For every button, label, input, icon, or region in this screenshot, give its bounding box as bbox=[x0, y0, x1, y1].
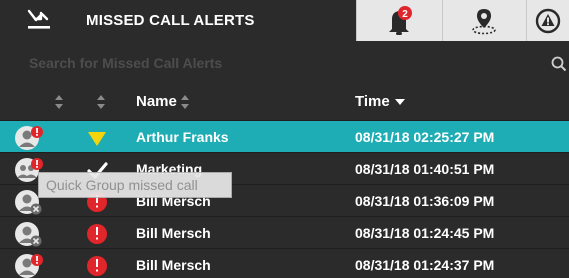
missed-call-icon bbox=[27, 9, 50, 29]
call-time: 08/31/18 02:25:27 PM bbox=[355, 129, 495, 145]
person-blocked-icon bbox=[15, 222, 42, 247]
tab-alerts[interactable]: 2 bbox=[356, 0, 442, 41]
search-bar bbox=[0, 41, 569, 84]
sort-updown-icon bbox=[180, 94, 189, 109]
alerts-badge-count: 2 bbox=[402, 9, 408, 20]
table-header: Name Time bbox=[0, 84, 569, 120]
call-time: 08/31/18 01:24:45 PM bbox=[355, 225, 495, 241]
column-header-name-label: Name bbox=[136, 93, 177, 110]
caller-name: Arthur Franks bbox=[136, 129, 229, 145]
table-row[interactable]: Arthur Franks 08/31/18 02:25:27 PM bbox=[0, 120, 569, 152]
tab-warning[interactable] bbox=[526, 0, 569, 41]
search-input[interactable] bbox=[0, 41, 540, 84]
alert-list: Arthur Franks 08/31/18 02:25:27 PM Marke… bbox=[0, 120, 569, 278]
tab-bar: MISSED CALL ALERTS 2 bbox=[0, 0, 569, 41]
call-time: 08/31/18 01:36:09 PM bbox=[355, 193, 495, 209]
missed-call-alerts-panel: MISSED CALL ALERTS 2 Search for Missed C… bbox=[0, 0, 569, 278]
column-header-time-label: Time bbox=[355, 93, 390, 110]
tab-label: MISSED CALL ALERTS bbox=[86, 12, 255, 29]
column-header-name[interactable]: Name bbox=[136, 93, 189, 110]
column-header-time[interactable]: Time bbox=[355, 93, 405, 110]
sort-descending-icon bbox=[394, 98, 405, 105]
location-pin-icon bbox=[472, 8, 496, 34]
person-alert-icon bbox=[15, 254, 43, 278]
call-time: 08/31/18 01:24:37 PM bbox=[355, 257, 495, 273]
caller-name: Bill Mersch bbox=[136, 225, 211, 241]
search-icon[interactable] bbox=[551, 56, 567, 72]
unread-triangle-icon bbox=[88, 132, 106, 146]
clock-alert-icon bbox=[87, 256, 107, 276]
warning-circle-icon bbox=[535, 8, 560, 33]
bell-alert-icon: 2 bbox=[389, 5, 412, 35]
person-alert-icon bbox=[15, 126, 43, 150]
clock-alert-icon bbox=[87, 224, 107, 244]
sort-updown-icon[interactable] bbox=[55, 95, 63, 109]
tooltip: Quick Group missed call bbox=[38, 172, 232, 198]
caller-name: Bill Mersch bbox=[136, 257, 211, 273]
table-row[interactable]: Bill Mersch 08/31/18 01:24:45 PM bbox=[0, 216, 569, 248]
tab-missed-call-alerts[interactable]: MISSED CALL ALERTS bbox=[0, 0, 356, 41]
call-time: 08/31/18 01:40:51 PM bbox=[355, 161, 495, 177]
table-row[interactable]: Bill Mersch 08/31/18 01:24:37 PM bbox=[0, 248, 569, 278]
tab-location[interactable] bbox=[442, 0, 526, 41]
sort-updown-icon[interactable] bbox=[97, 95, 105, 109]
